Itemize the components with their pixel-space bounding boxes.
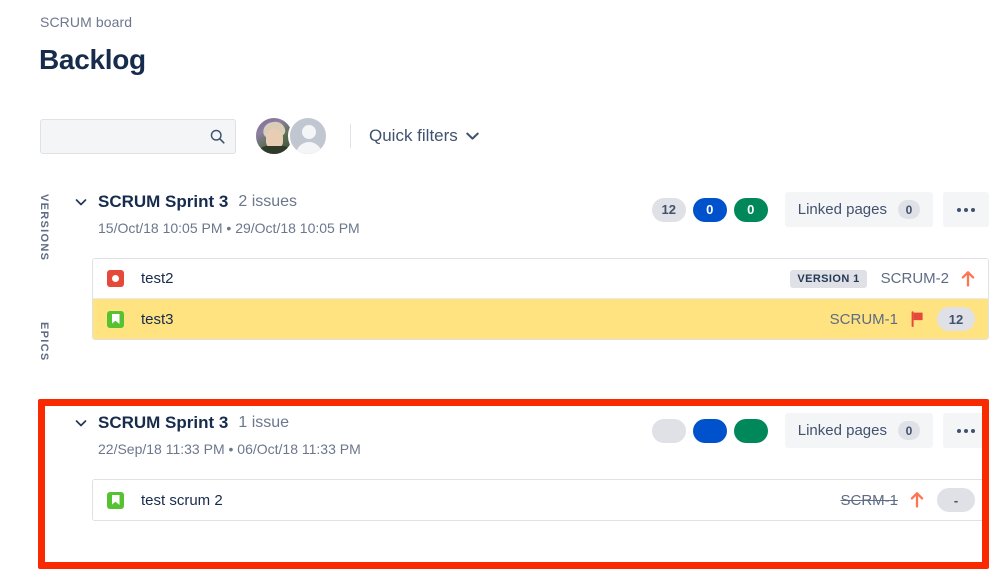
- person-icon: [302, 125, 316, 139]
- search-icon[interactable]: [209, 128, 226, 145]
- table-row[interactable]: test3 SCRUM-1 12: [93, 299, 988, 339]
- table-row[interactable]: test2 VERSION 1 SCRUM-2: [93, 259, 988, 299]
- linked-pages-button[interactable]: Linked pages 0: [784, 192, 933, 227]
- priority-high-arrow-icon: [961, 270, 975, 287]
- linked-pages-button[interactable]: Linked pages 0: [784, 413, 933, 448]
- status-badge[interactable]: [651, 418, 686, 443]
- issue-title[interactable]: test scrum 2: [141, 492, 223, 509]
- ellipsis-icon: [964, 428, 968, 433]
- search-input[interactable]: [41, 119, 235, 153]
- table-row[interactable]: test scrum 2 SCRM-1 -: [93, 480, 988, 520]
- sprint-header-actions: Linked pages 0: [651, 413, 989, 448]
- quick-filters-dropdown[interactable]: Quick filters: [369, 126, 479, 146]
- more-actions-button[interactable]: [943, 413, 989, 448]
- ellipsis-icon: [964, 207, 968, 212]
- status-badge[interactable]: 12: [651, 197, 686, 222]
- backlog-page: SCRUM board Backlog Quick filters VERSIO…: [0, 0, 999, 573]
- chevron-down-icon[interactable]: [74, 195, 88, 209]
- rail-label-epics[interactable]: EPICS: [38, 322, 50, 362]
- avatar-group[interactable]: [254, 116, 328, 156]
- priority-flag-icon: [911, 311, 923, 327]
- search-box[interactable]: [40, 118, 236, 154]
- sprint-header: SCRUM Sprint 3 1 issue 22/Sep/18 11:33 P…: [74, 413, 989, 479]
- status-badge[interactable]: [692, 418, 727, 443]
- sprint-issue-count: 2 issues: [238, 193, 298, 210]
- status-badge[interactable]: 0: [692, 197, 727, 222]
- version-tag: VERSION 1: [790, 269, 867, 288]
- issue-key[interactable]: SCRM-1: [840, 492, 898, 509]
- priority-high-arrow-icon: [910, 492, 924, 508]
- status-badge[interactable]: 0: [733, 197, 768, 222]
- toolbar-divider: [350, 124, 351, 148]
- page-title: Backlog: [39, 44, 146, 75]
- status-pill-group: 12 0 0: [651, 197, 768, 222]
- issue-title[interactable]: test2: [141, 270, 174, 287]
- avatar[interactable]: [288, 116, 328, 156]
- sprint-header: SCRUM Sprint 3 2 issues 15/Oct/18 10:05 …: [74, 192, 989, 258]
- sprint-header-actions: 12 0 0 Linked pages 0: [651, 192, 989, 227]
- issue-list: test2 VERSION 1 SCRUM-2 test3 SCRUM-1 12: [92, 258, 989, 340]
- quick-filters-label: Quick filters: [369, 126, 458, 145]
- sprint-name: SCRUM Sprint 3: [98, 192, 229, 211]
- rail-label-versions[interactable]: VERSIONS: [38, 194, 50, 261]
- backlog-toolbar: Quick filters: [40, 116, 479, 156]
- ellipsis-icon: [957, 207, 961, 212]
- sprint-section: SCRUM Sprint 3 2 issues 15/Oct/18 10:05 …: [74, 192, 989, 340]
- issue-key[interactable]: SCRUM-2: [881, 270, 949, 287]
- more-actions-button[interactable]: [943, 192, 989, 227]
- issue-row-meta: SCRUM-1 12: [830, 307, 975, 331]
- status-pill-group: [651, 418, 768, 443]
- story-issue-type-icon: [107, 491, 124, 509]
- issue-title[interactable]: test3: [141, 311, 174, 328]
- story-issue-type-icon: [107, 310, 124, 328]
- estimate-badge[interactable]: -: [937, 488, 975, 512]
- ellipsis-icon: [971, 428, 975, 433]
- breadcrumb[interactable]: SCRUM board: [40, 14, 132, 30]
- chevron-down-icon[interactable]: [74, 416, 88, 430]
- avatar-photo-detail: [258, 146, 292, 154]
- issue-row-meta: VERSION 1 SCRUM-2: [790, 269, 975, 288]
- ellipsis-icon: [957, 428, 961, 433]
- bookmark-glyph: [111, 495, 120, 505]
- status-badge[interactable]: [733, 418, 768, 443]
- ellipsis-icon: [971, 207, 975, 212]
- linked-pages-label: Linked pages: [797, 201, 887, 218]
- person-icon: [296, 142, 322, 154]
- sprint-issue-count: 1 issue: [238, 414, 290, 431]
- chevron-down-icon[interactable]: [466, 132, 479, 141]
- bug-issue-type-icon: [107, 270, 124, 287]
- linked-pages-label: Linked pages: [797, 422, 887, 439]
- estimate-badge[interactable]: 12: [937, 307, 975, 331]
- sprint-section: SCRUM Sprint 3 1 issue 22/Sep/18 11:33 P…: [74, 413, 989, 521]
- issue-list: test scrum 2 SCRM-1 -: [92, 479, 989, 521]
- bookmark-glyph: [111, 314, 120, 324]
- issue-key[interactable]: SCRUM-1: [830, 311, 898, 328]
- linked-pages-count: 0: [898, 421, 920, 440]
- issue-row-meta: SCRM-1 -: [840, 488, 975, 512]
- sprint-name: SCRUM Sprint 3: [98, 413, 229, 432]
- linked-pages-count: 0: [898, 200, 920, 219]
